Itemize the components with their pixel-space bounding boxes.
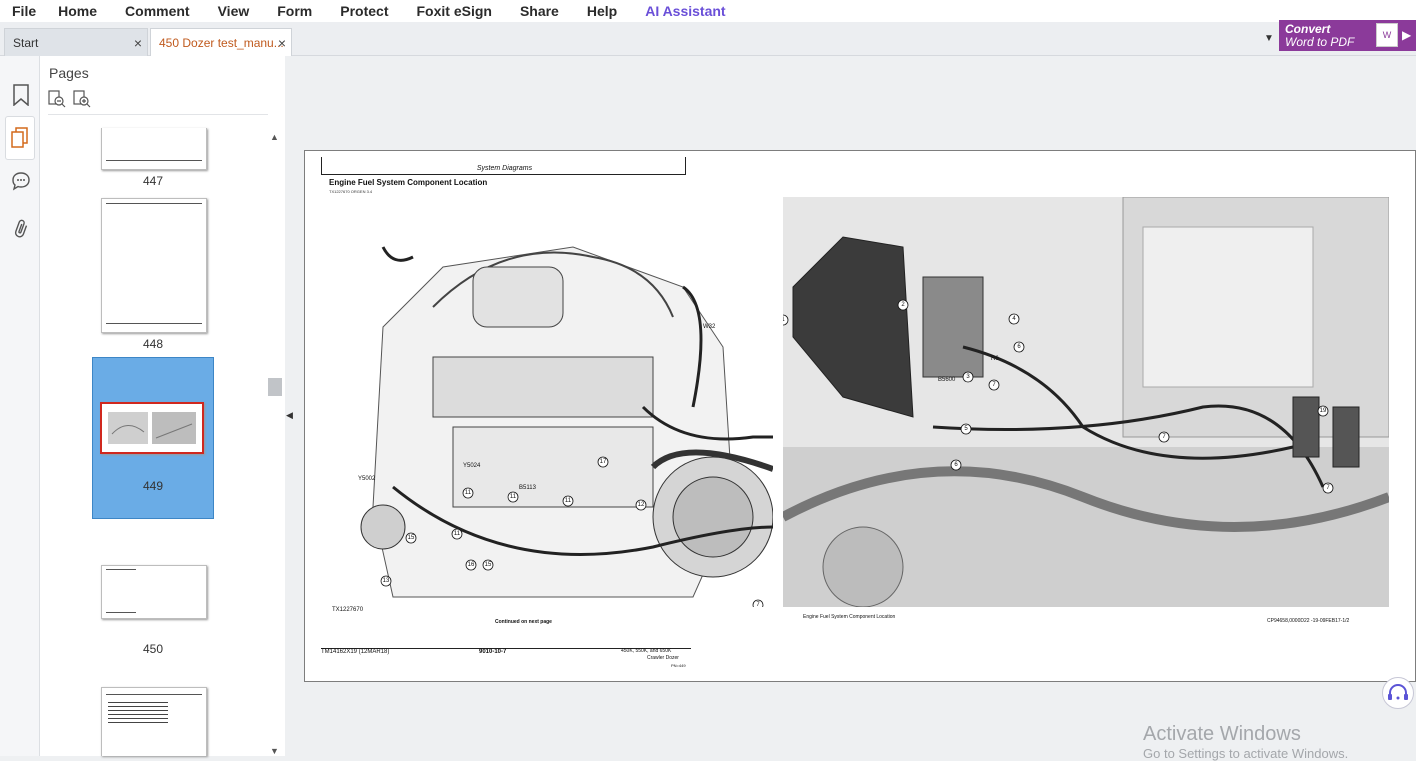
footer-page-code: 9010-10-7 bbox=[479, 649, 507, 655]
dozer-diagram: 1 2 3 4 6 7 5 6 7 19 7 bbox=[783, 197, 1389, 607]
sidebar-icon-strip bbox=[0, 56, 40, 756]
tab-bar: Start × 450 Dozer test_manu... × ▼ bbox=[0, 22, 1416, 56]
svg-text:15: 15 bbox=[408, 535, 415, 541]
collapse-panel-icon[interactable]: ◀ bbox=[286, 410, 293, 421]
arrow-right-icon: ▶ bbox=[1402, 28, 1412, 42]
page-thumbnail-450[interactable] bbox=[101, 565, 207, 619]
svg-text:11: 11 bbox=[454, 531, 461, 537]
svg-text:19: 19 bbox=[1320, 408, 1327, 414]
label-r6: R6 bbox=[991, 356, 999, 362]
bookmark-icon[interactable] bbox=[6, 80, 36, 110]
page-thumbnail-label: 450 bbox=[142, 642, 164, 656]
panel-divider bbox=[48, 114, 276, 115]
label-b5600: B5600 bbox=[938, 377, 956, 383]
svg-text:17: 17 bbox=[600, 459, 607, 465]
pages-panel-title: Pages bbox=[49, 65, 89, 81]
page-section-header: System Diagrams bbox=[476, 165, 533, 172]
tab-document-label: 450 Dozer test_manu... bbox=[159, 35, 284, 50]
pages-panel: Pages 447 448 449 450 bbox=[40, 56, 285, 756]
zoom-out-thumbnails-icon[interactable] bbox=[48, 90, 68, 110]
close-icon[interactable]: × bbox=[278, 35, 286, 51]
svg-text:12: 12 bbox=[638, 502, 645, 508]
menu-file[interactable]: File bbox=[0, 3, 36, 19]
zoom-in-thumbnails-icon[interactable] bbox=[73, 90, 93, 110]
page-title: Engine Fuel System Component Location bbox=[329, 178, 488, 187]
svg-text:11: 11 bbox=[465, 490, 472, 496]
svg-text:15: 15 bbox=[485, 562, 492, 568]
menu-help[interactable]: Help bbox=[575, 3, 617, 19]
tab-start[interactable]: Start × bbox=[4, 28, 148, 56]
footer-page-number: PN=449 bbox=[671, 663, 686, 668]
svg-text:13: 13 bbox=[383, 578, 390, 584]
tab-start-label: Start bbox=[13, 35, 39, 50]
footer-machine: Crawler Dozer bbox=[647, 655, 679, 661]
footer-doc-id: TM14162X19 (12MAR18) bbox=[321, 649, 390, 655]
page-thumbnail-label: 449 bbox=[142, 479, 164, 493]
pages-icon[interactable] bbox=[5, 116, 35, 160]
label-w32: W32 bbox=[703, 324, 716, 330]
convert-word-to-pdf-button[interactable]: Convert Word to PDF W ▶ bbox=[1279, 20, 1416, 51]
convert-sublabel: Word to PDF bbox=[1285, 35, 1355, 49]
convert-label: Convert bbox=[1285, 22, 1331, 36]
right-figure-reference: CP94658,0000D22 -19-09FEB17-1/2 bbox=[1267, 618, 1350, 624]
attachment-icon[interactable] bbox=[6, 214, 36, 244]
svg-text:16: 16 bbox=[468, 562, 475, 568]
menu-comment[interactable]: Comment bbox=[113, 3, 190, 19]
ai-assistant-float-button[interactable] bbox=[1382, 677, 1414, 709]
scrollbar-thumb[interactable] bbox=[268, 378, 282, 396]
page-thumbnail-447[interactable] bbox=[101, 128, 207, 170]
figure-code: TX1227670 bbox=[332, 607, 364, 613]
engine-diagram: 17 11 11 11 12 11 15 16 15 13 10 8 7 5 5 bbox=[360, 217, 773, 607]
tab-list-dropdown-icon[interactable]: ▼ bbox=[1262, 32, 1276, 46]
page-subtitle: TX1227670 ORGEN 3.4 bbox=[329, 189, 373, 194]
continued-note: Continued on next page bbox=[495, 619, 552, 625]
activate-windows-subtext: Go to Settings to activate Windows. bbox=[1143, 746, 1349, 761]
svg-text:11: 11 bbox=[565, 498, 572, 504]
label-y5002: Y5002 bbox=[358, 476, 376, 482]
page-thumbnail-448[interactable] bbox=[101, 198, 207, 333]
pdf-page: System Diagrams Engine Fuel System Compo… bbox=[304, 150, 1416, 682]
svg-text:11: 11 bbox=[510, 494, 517, 500]
menu-foxit-esign[interactable]: Foxit eSign bbox=[404, 3, 491, 19]
menu-view[interactable]: View bbox=[206, 3, 250, 19]
menu-form[interactable]: Form bbox=[265, 3, 312, 19]
tab-document[interactable]: 450 Dozer test_manu... × bbox=[150, 28, 292, 56]
menu-bar: File Home Comment View Form Protect Foxi… bbox=[0, 0, 1416, 22]
menu-home[interactable]: Home bbox=[46, 3, 97, 19]
scroll-down-icon[interactable]: ▼ bbox=[270, 746, 279, 756]
word-file-icon: W bbox=[1376, 23, 1398, 47]
right-figure-caption: Engine Fuel System Component Location bbox=[803, 614, 896, 620]
scroll-up-icon[interactable]: ▲ bbox=[270, 132, 279, 142]
menu-protect[interactable]: Protect bbox=[328, 3, 388, 19]
page-thumbnail-451[interactable] bbox=[101, 687, 207, 756]
label-b5113: B5113 bbox=[519, 485, 536, 491]
page-thumbnail-449[interactable] bbox=[100, 402, 204, 454]
footer-model: 450K, 550K, and 650K bbox=[621, 648, 672, 654]
page-thumbnail-label: 448 bbox=[142, 337, 164, 351]
activate-windows-watermark: Activate Windows bbox=[1143, 723, 1301, 745]
menu-ai-assistant[interactable]: AI Assistant bbox=[633, 3, 725, 19]
menu-share[interactable]: Share bbox=[508, 3, 559, 19]
close-icon[interactable]: × bbox=[134, 35, 142, 51]
thumbnail-scrollbar[interactable] bbox=[268, 56, 284, 756]
page-header-box: System Diagrams bbox=[321, 157, 686, 175]
comment-icon[interactable] bbox=[6, 166, 36, 196]
label-y5024: Y5024 bbox=[463, 463, 481, 469]
page-thumbnail-label: 447 bbox=[142, 174, 164, 188]
